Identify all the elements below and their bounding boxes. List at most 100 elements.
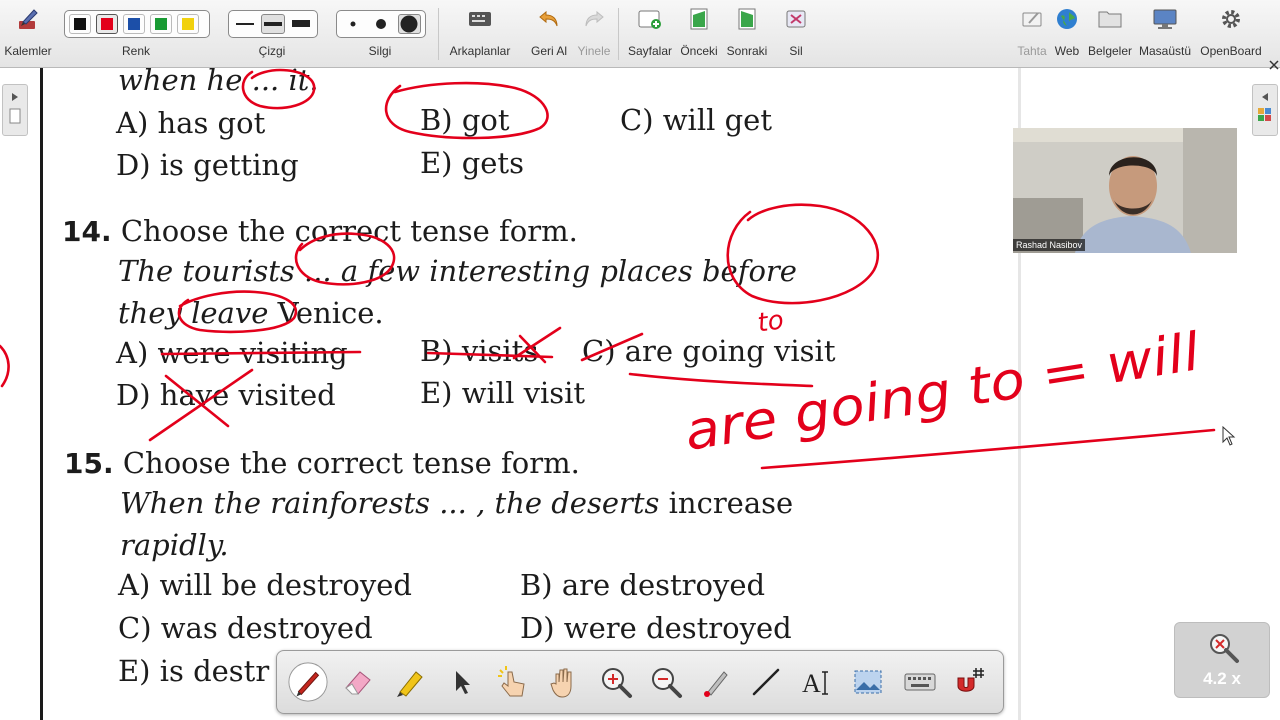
close-icon[interactable] <box>1268 56 1280 70</box>
keyboard-icon <box>904 673 936 691</box>
color-group: Renk <box>60 0 212 68</box>
zoom-out-icon <box>652 668 682 698</box>
pages-button[interactable]: Sayfalar <box>624 0 676 68</box>
virtual-keyboard-button[interactable] <box>899 661 941 703</box>
text-tool-button[interactable]: A <box>795 661 837 703</box>
q15-sentence-line1: When the rainforests ... , the deserts i… <box>120 486 793 520</box>
redo-icon <box>580 6 608 32</box>
color-green[interactable] <box>150 14 172 34</box>
documents-label: Belgeler <box>1087 44 1133 58</box>
color-yellow[interactable] <box>177 14 199 34</box>
q13-option-e: E) gets <box>420 146 524 180</box>
eraser-small[interactable] <box>341 14 364 34</box>
q15-number: 15. <box>64 447 114 480</box>
undo-icon <box>535 6 563 32</box>
capture-tool-button[interactable] <box>847 661 889 703</box>
eraser-label: Silgi <box>368 44 392 58</box>
line-icon <box>752 668 780 696</box>
undo-button[interactable]: Geri Al <box>524 0 574 68</box>
previous-page-icon <box>685 6 713 32</box>
zoom-indicator[interactable]: 4.2 x <box>1174 622 1270 698</box>
folder-icon <box>1096 6 1124 32</box>
magnet-tool-button[interactable] <box>949 661 991 703</box>
q15-option-c: C) was destroyed <box>118 611 373 645</box>
top-toolbar: Kalemler Renk Çizgi Silgi Arkaplanlar Ge… <box>0 0 1280 68</box>
q14-prompt-text: Choose the correct tense form. <box>120 214 578 248</box>
laser-pointer-icon <box>704 671 728 697</box>
q14-option-a: A) were visiting <box>116 336 348 370</box>
q14-sentence-part1: they leave <box>118 296 269 330</box>
q15-option-d: D) were destroyed <box>520 611 792 645</box>
line-width-group: Çizgi <box>224 0 320 68</box>
q15-sentence-part1: When the rainforests ... , the deserts <box>120 486 660 520</box>
color-red[interactable] <box>96 14 118 34</box>
board-mode-button[interactable]: Tahta <box>1012 0 1052 68</box>
q15-prompt-text: Choose the correct tense form. <box>122 446 580 480</box>
zoom-out-button[interactable] <box>645 661 687 703</box>
screen-capture-icon <box>854 670 882 694</box>
zoom-level: 4.2 x <box>1203 669 1241 688</box>
q15-option-b: B) are destroyed <box>520 568 766 602</box>
presenter-video <box>1013 128 1237 253</box>
color-black[interactable] <box>69 14 91 34</box>
openboard-label: OpenBoard <box>1200 44 1262 58</box>
laser-pointer-button[interactable] <box>695 661 737 703</box>
color-swatches <box>64 10 210 38</box>
backgrounds-button[interactable]: Arkaplanlar <box>444 0 516 68</box>
q13-option-d: D) is getting <box>116 148 299 182</box>
add-page-icon <box>636 6 664 32</box>
line-thin[interactable] <box>233 14 256 34</box>
previous-label: Önceki <box>680 44 718 58</box>
openboard-button[interactable]: OpenBoard <box>1196 0 1266 68</box>
q15-sentence-line2: rapidly. <box>120 528 229 562</box>
interact-tool-button[interactable] <box>491 661 533 703</box>
q15-option-a: A) will be destroyed <box>118 568 412 602</box>
color-blue[interactable] <box>123 14 145 34</box>
eraser-size-group: Silgi <box>332 0 428 68</box>
toolbar-divider <box>618 8 619 60</box>
pen-tool-icon <box>288 662 328 702</box>
board-label: Tahta <box>1017 44 1047 58</box>
hand-pointer-icon <box>498 666 525 697</box>
desktop-button[interactable]: Masaüstü <box>1136 0 1194 68</box>
redo-button[interactable]: Yinele <box>574 0 614 68</box>
line-medium[interactable] <box>261 14 285 34</box>
redo-label: Yinele <box>577 44 611 58</box>
backgrounds-label: Arkaplanlar <box>449 44 511 58</box>
right-panel-tab[interactable] <box>1252 84 1278 136</box>
delete-page-button[interactable]: Sil <box>776 0 816 68</box>
q14-option-e: E) will visit <box>420 376 586 410</box>
keyboard-grid-icon <box>466 6 494 32</box>
eraser-tool-button[interactable] <box>337 661 379 703</box>
eraser-medium[interactable] <box>369 14 392 34</box>
hand-tool-button[interactable] <box>543 661 585 703</box>
pens-label: Kalemler <box>4 44 52 58</box>
q15-option-e: E) is destr <box>118 654 270 688</box>
next-label: Sonraki <box>726 44 768 58</box>
q14-prompt: 14. Choose the correct tense form. <box>62 214 578 248</box>
document-page: when he ... it. A) has got B) got C) wil… <box>0 68 1020 720</box>
color-label: Renk <box>121 44 150 58</box>
q14-sentence-line2: they leave Venice. <box>118 296 384 330</box>
pages-label: Sayfalar <box>627 44 673 58</box>
pens-button[interactable]: Kalemler <box>0 0 56 68</box>
q14-number: 14. <box>62 215 112 248</box>
previous-page-button[interactable]: Önceki <box>678 0 720 68</box>
left-panel-tab[interactable] <box>2 84 28 136</box>
line-thick[interactable] <box>290 14 313 34</box>
q13-option-c: C) will get <box>620 103 772 137</box>
documents-button[interactable]: Belgeler <box>1086 0 1134 68</box>
select-tool-button[interactable] <box>441 661 483 703</box>
globe-icon <box>1053 6 1081 32</box>
line-tool-button[interactable] <box>745 661 787 703</box>
web-button[interactable]: Web <box>1050 0 1084 68</box>
next-page-button[interactable]: Sonraki <box>724 0 770 68</box>
zoom-in-button[interactable] <box>595 661 637 703</box>
drawing-tools-toolbar: A <box>276 650 1004 714</box>
gear-icon <box>1217 6 1245 32</box>
eraser-large[interactable] <box>397 14 421 34</box>
pen-icon <box>14 6 42 32</box>
pen-tool-button[interactable] <box>287 661 329 703</box>
q13-option-b: B) got <box>420 103 510 137</box>
marker-tool-button[interactable] <box>389 661 431 703</box>
